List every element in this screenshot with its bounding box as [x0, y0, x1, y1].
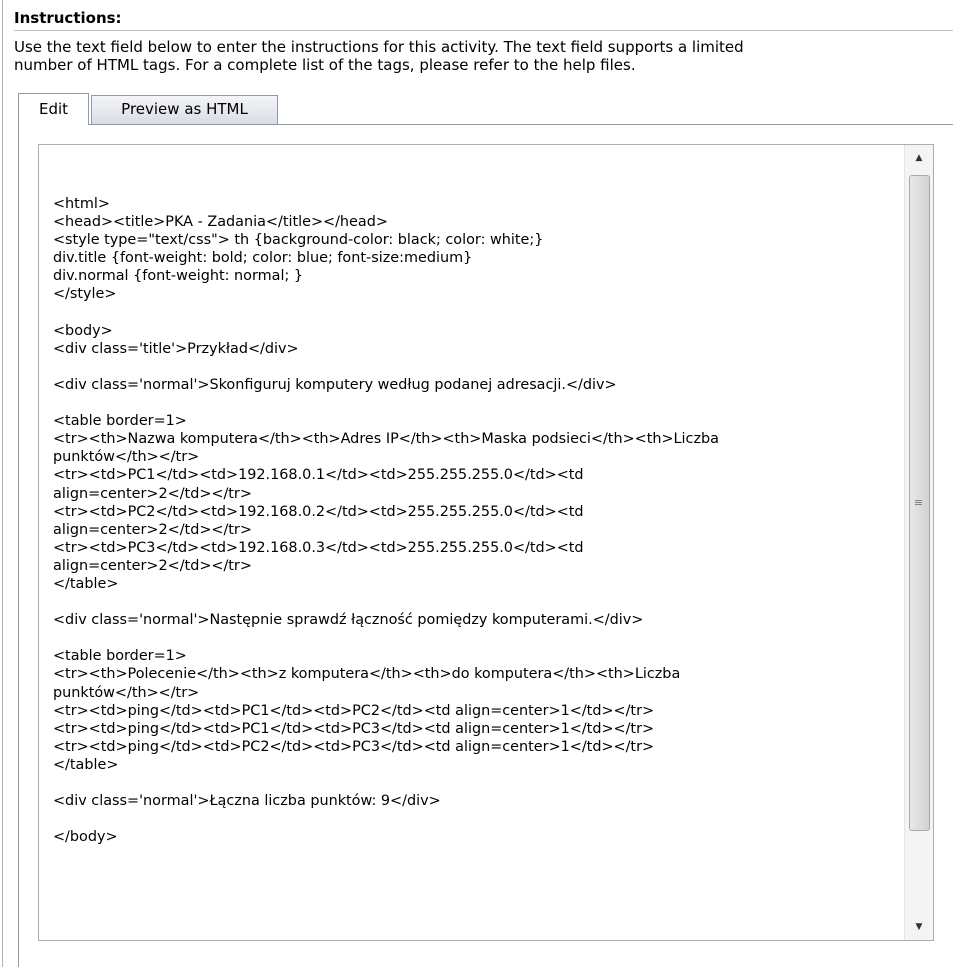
heading-divider — [14, 30, 953, 31]
editor-content[interactable]: <html> <head><title>PKA - Zadania</title… — [53, 195, 913, 846]
left-border — [2, 0, 3, 967]
scroll-grip-icon: ≡ — [913, 496, 924, 509]
tab-edit[interactable]: Edit — [18, 93, 89, 125]
instructions-heading: Instructions: — [14, 9, 122, 27]
scroll-thumb[interactable]: ≡ — [909, 175, 930, 831]
tab-preview-as-html[interactable]: Preview as HTML — [91, 95, 278, 124]
scroll-down-arrow-icon[interactable]: ▼ — [905, 914, 933, 940]
instructions-description: Use the text field below to enter the in… — [14, 38, 744, 74]
scroll-up-arrow-icon[interactable]: ▲ — [905, 145, 933, 171]
instructions-text-field[interactable]: <html> <head><title>PKA - Zadania</title… — [38, 144, 934, 941]
vertical-scrollbar[interactable]: ▲ ≡ ▼ — [904, 145, 933, 940]
